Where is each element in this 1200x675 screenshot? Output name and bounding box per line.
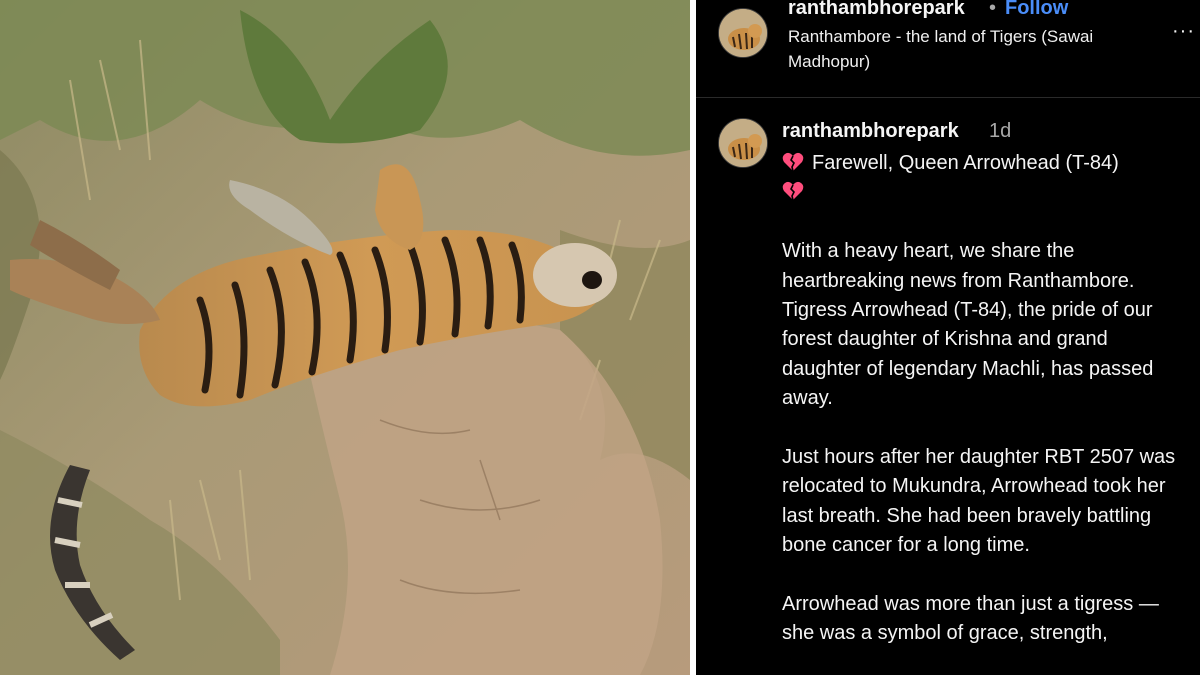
post-photo[interactable] xyxy=(0,0,690,675)
caption-text: Farewell, Queen Arrowhead (T-84) With a … xyxy=(782,149,1192,649)
caption-timestamp[interactable]: 1d xyxy=(989,120,1011,143)
more-options-icon[interactable]: ··· xyxy=(1172,20,1195,43)
post-panel: ranthambhorepark • Follow Ranthambore - … xyxy=(696,0,1200,675)
caption-avatar[interactable] xyxy=(718,118,768,168)
profile-avatar[interactable] xyxy=(718,8,768,58)
tiger-avatar-icon xyxy=(719,119,767,167)
broken-heart-icon xyxy=(782,152,804,172)
follow-button[interactable]: Follow xyxy=(1005,0,1068,20)
caption-paragraph: Arrowhead was more than just a tigress —… xyxy=(782,593,1159,645)
caption-paragraph: With a heavy heart, we share the heartbr… xyxy=(782,240,1154,410)
post-header: ranthambhorepark • Follow Ranthambore - … xyxy=(696,0,1200,96)
caption-title: Farewell, Queen Arrowhead (T-84) xyxy=(782,149,1192,208)
caption-username[interactable]: ranthambhorepark xyxy=(782,120,959,143)
broken-heart-icon xyxy=(782,181,804,201)
tiger-avatar-icon xyxy=(719,9,767,57)
header-separator: • xyxy=(989,0,997,19)
caption-title-text: Farewell, Queen Arrowhead (T-84) xyxy=(812,152,1119,174)
tiger-photo xyxy=(0,0,690,675)
post-location[interactable]: Ranthambore - the land of Tigers (Sawai … xyxy=(788,24,1148,74)
post-author-username[interactable]: ranthambhorepark xyxy=(788,0,965,20)
caption-paragraph: Just hours after her daughter RBT 2507 w… xyxy=(782,446,1176,557)
header-divider xyxy=(696,97,1200,98)
